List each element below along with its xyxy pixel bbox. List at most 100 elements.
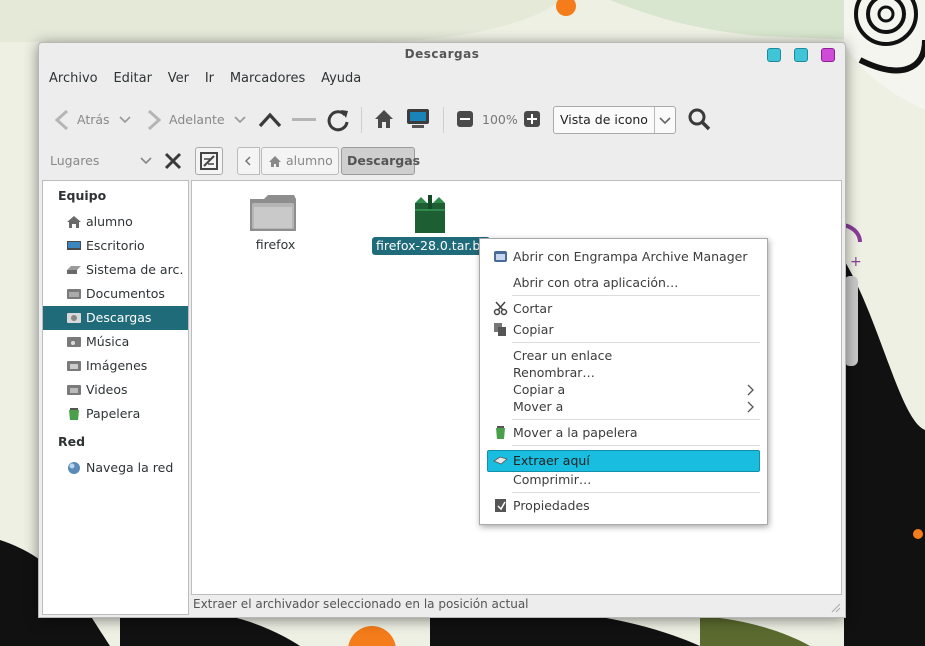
search-icon[interactable] [687,107,713,133]
home-icon [67,216,81,228]
download-folder-icon [67,313,81,323]
menu-ayuda[interactable]: Ayuda [321,71,361,86]
crumb-descargas-label: Descargas [347,153,421,168]
forward-history-chevron-icon[interactable] [234,115,246,125]
menu-item-label: Mover a la papelera [513,425,638,440]
menu-item-label: Copiar [513,322,554,337]
menu-item-label: Crear un enlace [513,348,613,363]
zoom-in-icon[interactable] [523,110,541,128]
crumb-alumno-label: alumno [286,153,333,168]
extract-icon [493,456,508,465]
file-item-firefox[interactable]: firefox [238,191,313,261]
drive-icon [67,266,81,274]
sidebar-item-label: Documentos [86,286,165,301]
sidebar-item-sistema-de-archivos[interactable]: Sistema de arc… [43,258,188,282]
places-selector-label[interactable]: Lugares [50,153,99,168]
menu-item-create-link[interactable]: Crear un enlace [480,347,767,364]
menu-item-label: Propiedades [513,498,590,513]
submenu-chevron-icon [747,401,754,413]
menu-item-move-to[interactable]: Mover a [480,398,767,415]
sidebar-item-alumno[interactable]: alumno [43,210,188,234]
menu-item-compress[interactable]: Comprimir… [480,471,767,488]
resize-grip-icon[interactable] [831,603,841,613]
close-button[interactable] [821,48,835,62]
menu-archivo[interactable]: Archivo [49,71,98,86]
forward-button-label[interactable]: Adelante [169,112,225,127]
forward-arrow-icon[interactable] [145,109,163,131]
menu-separator [512,342,760,343]
menu-ver[interactable]: Ver [168,71,189,86]
crumb-descargas[interactable]: Descargas [341,147,420,175]
menu-item-label: Mover a [513,399,564,414]
folder-icon [67,289,81,299]
stop-icon[interactable] [291,117,317,123]
menu-item-label: Extraer aquí [513,453,590,468]
reload-icon[interactable] [325,107,351,133]
sidebar-item-label: Escritorio [86,238,145,253]
back-button-label[interactable]: Atrás [77,112,110,127]
maximize-button[interactable] [794,48,808,62]
menu-item-label: Renombrar… [513,365,595,380]
back-history-chevron-icon[interactable] [119,115,131,125]
videos-folder-icon [67,385,81,395]
home-icon [269,156,281,167]
places-chevron-icon[interactable] [140,156,152,166]
back-arrow-icon[interactable] [53,109,71,131]
menu-item-rename[interactable]: Renombrar… [480,364,767,381]
menu-item-extract-here[interactable]: Extraer aquí [487,450,760,472]
menu-item-label: Copiar a [513,382,566,397]
menu-marcadores[interactable]: Marcadores [230,71,305,86]
sidebar-item-imagenes[interactable]: Imágenes [43,354,188,378]
menu-ir[interactable]: Ir [205,71,214,86]
minimize-button[interactable] [767,48,781,62]
svg-text:+: + [850,254,862,270]
sidebar-item-videos[interactable]: Videos [43,378,188,402]
view-mode-value: Vista de icono [560,112,648,127]
sidebar-item-documentos[interactable]: Documentos [43,282,188,306]
sidebar-section-equipo: Equipo [58,188,107,203]
menu-item-label: Comprimir… [513,472,592,487]
menu-item-open-other[interactable]: Abrir con otra aplicación… [480,274,767,291]
file-name: firefox [255,237,296,252]
menu-item-copy-to[interactable]: Copiar a [480,381,767,398]
menu-item-open-engrampa[interactable]: Abrir con Engrampa Archive Manager [480,248,767,265]
path-scroll-left-button[interactable] [237,147,260,175]
archive-manager-icon [494,251,507,262]
menu-item-label: Cortar [513,301,553,316]
file-name-selected: firefox-28.0.tar.bz2 [372,237,490,255]
menu-item-move-to-trash[interactable]: Mover a la papelera [480,424,767,441]
menu-item-cut[interactable]: Cortar [480,300,767,317]
scissors-icon [493,301,508,316]
zoom-out-icon[interactable] [456,110,474,128]
sidebar-item-label: Navega la red [86,460,174,475]
menu-item-properties[interactable]: Propiedades [480,497,767,514]
file-item-firefox-archive[interactable]: firefox-28.0.tar.bz2 [372,191,492,261]
up-arrow-icon[interactable] [257,109,283,131]
zoom-level: 100% [482,112,518,127]
edit-location-icon [200,152,218,170]
menu-item-copy[interactable]: Copiar [480,321,767,338]
sidebar-item-navega-la-red[interactable]: Navega la red [43,456,188,480]
computer-icon[interactable] [405,108,431,130]
close-sidebar-icon[interactable] [164,152,182,170]
sidebar-item-label: Sistema de arc… [86,262,184,277]
sidebar-item-papelera[interactable]: Papelera [43,402,188,426]
sidebar-item-escritorio[interactable]: Escritorio [43,234,188,258]
window-title: Descargas [404,47,480,61]
menu-item-label: Abrir con otra aplicación… [513,275,679,290]
menubar: Archivo Editar Ver Ir Marcadores Ayuda [49,71,373,91]
view-mode-select[interactable]: Vista de icono [553,106,676,134]
sidebar-item-musica[interactable]: Música [43,330,188,354]
sidebar-item-descargas[interactable]: Descargas [43,306,188,330]
properties-icon [495,499,506,512]
submenu-chevron-icon [747,384,754,396]
sidebar-item-label: alumno [86,214,133,229]
toolbar: Atrás Adelante 100% Vista de icono [39,99,845,139]
home-icon[interactable] [373,108,395,130]
menu-editar[interactable]: Editar [113,71,152,86]
sidebar-item-label: Imágenes [86,358,148,373]
trash-icon [496,426,505,439]
toggle-location-entry-button[interactable] [195,147,223,175]
crumb-alumno[interactable]: alumno [261,147,339,175]
archive-package-icon [415,195,445,233]
